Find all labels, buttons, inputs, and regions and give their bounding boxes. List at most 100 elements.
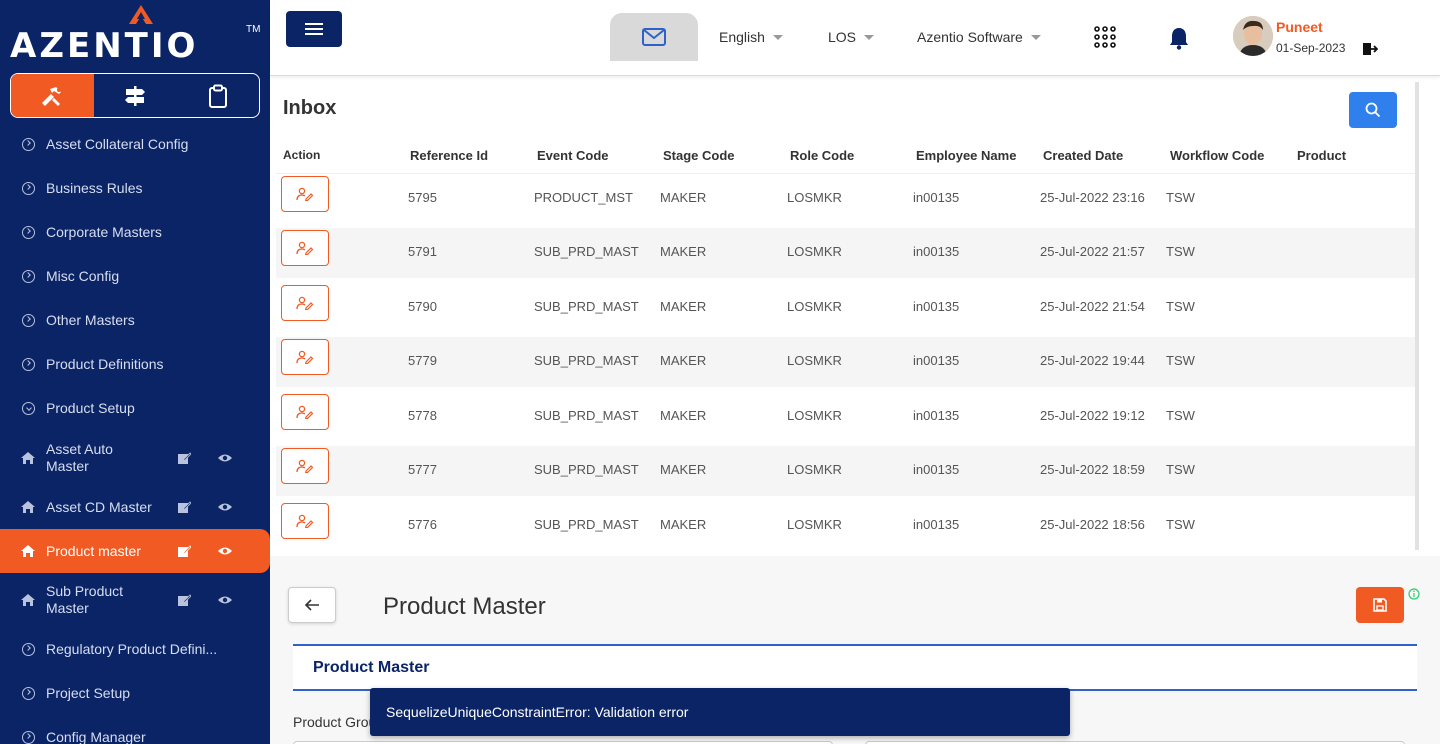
- table-row[interactable]: 5776 SUB_PRD_MAST MAKER LOSMKR in00135 25-Jul…: [276, 501, 1416, 551]
- home-icon: [21, 545, 35, 557]
- tab-clipboard[interactable]: [176, 74, 259, 117]
- chevron-circle-down-icon: [22, 401, 35, 415]
- column-header[interactable]: Product: [1297, 148, 1346, 163]
- hamburger-line: [305, 33, 323, 35]
- column-header[interactable]: Stage Code: [663, 148, 735, 163]
- edit-icon[interactable]: [177, 544, 191, 558]
- sidebar-item-asset-auto-master[interactable]: Asset Auto Master: [0, 436, 270, 480]
- table-row[interactable]: 5795 PRODUCT_MST MAKER LOSMKR in00135 25-Jul-…: [276, 174, 1416, 224]
- arrow-left-icon: [304, 599, 319, 611]
- user-edit-icon: [296, 241, 314, 255]
- claim-task-button[interactable]: [281, 285, 329, 321]
- sidebar-item-business-rules[interactable]: Business Rules: [0, 166, 270, 210]
- search-button[interactable]: [1349, 92, 1397, 128]
- claim-task-button[interactable]: [281, 339, 329, 375]
- column-header[interactable]: Role Code: [790, 148, 854, 163]
- logo-mark-icon: [129, 5, 153, 24]
- table-row[interactable]: 5777 SUB_PRD_MAST MAKER LOSMKR in00135 25-Jul…: [276, 446, 1416, 496]
- edit-icon[interactable]: [177, 593, 191, 607]
- table-cell-created: 25-Jul-2022 21:57: [1040, 244, 1145, 259]
- table-cell-created: 25-Jul-2022 23:16: [1040, 190, 1145, 205]
- language-dropdown[interactable]: English: [719, 29, 783, 45]
- sidebar-item-product-setup[interactable]: Product Setup: [0, 386, 270, 430]
- claim-task-button[interactable]: [281, 503, 329, 539]
- user-edit-icon: [296, 350, 314, 364]
- save-button[interactable]: [1356, 587, 1404, 623]
- claim-task-button[interactable]: [281, 230, 329, 266]
- table-cell-event: SUB_PRD_MAST: [534, 299, 639, 314]
- module-value: LOS: [828, 29, 857, 45]
- sidebar-item-config-manager[interactable]: Config Manager: [0, 715, 270, 744]
- table-header: Action Reference Id Event Code Stage Cod…: [276, 142, 1416, 174]
- table-cell-role: LOSMKR: [787, 517, 842, 532]
- tab-signpost[interactable]: [94, 74, 177, 117]
- edit-icon[interactable]: [177, 500, 191, 514]
- module-dropdown[interactable]: LOS: [828, 29, 875, 45]
- table-cell-workflow: TSW: [1166, 244, 1195, 259]
- claim-task-button[interactable]: [281, 394, 329, 430]
- info-icon[interactable]: [1408, 588, 1420, 600]
- sidebar-item-product-master[interactable]: Product master: [0, 529, 270, 573]
- signpost-icon: [125, 85, 145, 106]
- logout-icon[interactable]: [1362, 41, 1378, 57]
- back-button[interactable]: [288, 587, 336, 623]
- sidebar-item-corporate-masters[interactable]: Corporate Masters: [0, 210, 270, 254]
- sidebar-item-label: Other Masters: [46, 311, 135, 328]
- sidebar-item-misc-config[interactable]: Misc Config: [0, 254, 270, 298]
- search-icon: [1365, 102, 1381, 118]
- column-header[interactable]: Workflow Code: [1170, 148, 1264, 163]
- table-cell-emp: in00135: [913, 190, 960, 205]
- sidebar-item-sub-product-master[interactable]: Sub Product Master: [0, 578, 270, 622]
- user-edit-icon: [296, 514, 314, 528]
- claim-task-button[interactable]: [281, 448, 329, 484]
- avatar[interactable]: [1233, 16, 1273, 56]
- company-dropdown[interactable]: Azentio Software: [917, 29, 1041, 45]
- bell-icon[interactable]: [1168, 26, 1190, 50]
- table-cell-workflow: TSW: [1166, 462, 1195, 477]
- sidebar: AZENTIO TM Asset Collateral Config Busin…: [0, 0, 270, 744]
- column-header[interactable]: Reference Id: [410, 148, 488, 163]
- home-icon: [21, 452, 35, 464]
- toast-message: SequelizeUniqueConstraintError: Validati…: [386, 704, 689, 720]
- mail-button[interactable]: [610, 13, 698, 61]
- table-cell-stage: MAKER: [660, 462, 707, 477]
- sidebar-item-other-masters[interactable]: Other Masters: [0, 298, 270, 342]
- tab-tools[interactable]: [11, 74, 94, 117]
- table-row[interactable]: 5778 SUB_PRD_MAST MAKER LOSMKR in00135 25-Jul…: [276, 392, 1416, 442]
- chevron-circle-icon: [22, 313, 35, 327]
- table-cell-workflow: TSW: [1166, 299, 1195, 314]
- apps-grid-icon[interactable]: [1094, 26, 1116, 48]
- edit-icon[interactable]: [177, 451, 191, 465]
- sidebar-item-regulatory-product-definition[interactable]: Regulatory Product Defini...: [0, 627, 270, 671]
- table-row[interactable]: 5791 SUB_PRD_MAST MAKER LOSMKR in00135 25-Jul…: [276, 228, 1416, 278]
- table-cell-created: 25-Jul-2022 18:56: [1040, 517, 1145, 532]
- sidebar-item-label: Config Manager: [46, 728, 146, 744]
- chevron-circle-icon: [22, 269, 35, 283]
- table-row[interactable]: 5779 SUB_PRD_MAST MAKER LOSMKR in00135 25-Jul…: [276, 337, 1416, 387]
- menu-toggle-button[interactable]: [286, 11, 342, 47]
- column-header[interactable]: Employee Name: [916, 148, 1016, 163]
- sidebar-item-project-setup[interactable]: Project Setup: [0, 671, 270, 715]
- user-edit-icon: [296, 187, 314, 201]
- column-header[interactable]: Created Date: [1043, 148, 1123, 163]
- logo-text: AZENTIO: [10, 26, 199, 66]
- vertical-scrollbar[interactable]: [1415, 82, 1419, 550]
- column-header[interactable]: Event Code: [537, 148, 609, 163]
- eye-icon[interactable]: [217, 501, 233, 513]
- sidebar-item-asset-cd-master[interactable]: Asset CD Master: [0, 485, 270, 529]
- sidebar-tabs: [10, 73, 260, 118]
- eye-icon[interactable]: [217, 545, 233, 557]
- inbox-panel: Inbox Action Reference Id Event Code Sta…: [276, 82, 1419, 551]
- table-row[interactable]: 5790 SUB_PRD_MAST MAKER LOSMKR in00135 25-Jul…: [276, 283, 1416, 333]
- error-toast: SequelizeUniqueConstraintError: Validati…: [370, 688, 1070, 736]
- claim-task-button[interactable]: [281, 176, 329, 212]
- sidebar-item-product-definitions[interactable]: Product Definitions: [0, 342, 270, 386]
- sidebar-item-asset-collateral-config[interactable]: Asset Collateral Config: [0, 122, 270, 166]
- eye-icon[interactable]: [217, 594, 233, 606]
- table-cell-stage: MAKER: [660, 244, 707, 259]
- table-cell-workflow: TSW: [1166, 353, 1195, 368]
- company-value: Azentio Software: [917, 29, 1023, 45]
- chevron-circle-icon: [22, 357, 35, 371]
- table-cell-ref: 5776: [408, 517, 437, 532]
- eye-icon[interactable]: [217, 452, 233, 464]
